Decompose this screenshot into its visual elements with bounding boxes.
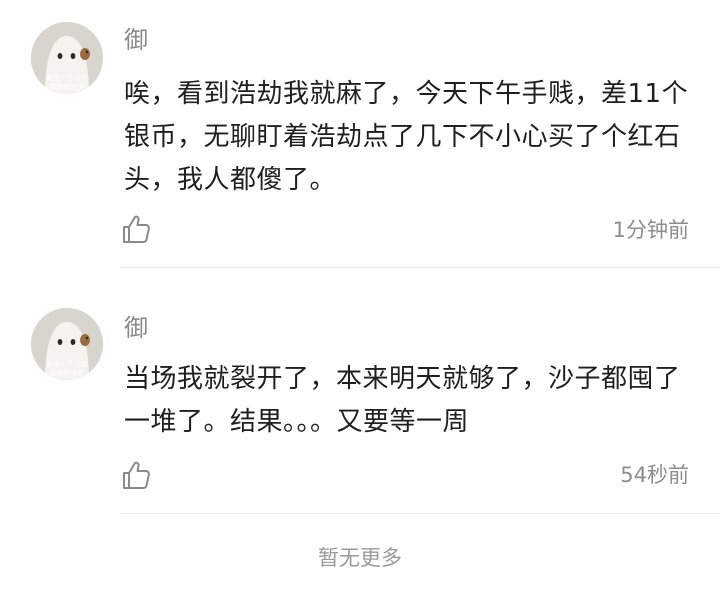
ghost-avatar-icon: 我是一个没有 感情的剑圣 — [31, 22, 103, 94]
avatar[interactable]: 我是一个没有 感情的剑圣 — [31, 22, 103, 94]
svg-text:感情的剑圣: 感情的剑圣 — [50, 82, 85, 91]
svg-text:我是一个没有: 我是一个没有 — [46, 359, 88, 368]
like-button[interactable] — [120, 213, 152, 245]
avatar[interactable]: 我是一个没有 感情的剑圣 — [31, 308, 103, 380]
comment-text: 唉，看到浩劫我就麻了，今天下午手贱，差11个银币，无聊盯着浩劫点了几下不小心买了… — [124, 79, 689, 195]
comment-text: 当场我就裂开了，本来明天就够了，沙子都囤了一堆了。结果。。。又要等一周 — [124, 364, 681, 437]
comment-time: 1分钟前 — [612, 218, 689, 242]
thumbs-up-icon — [123, 461, 150, 489]
comment-time: 54秒前 — [620, 463, 689, 487]
divider — [120, 267, 720, 268]
like-button[interactable] — [120, 459, 152, 491]
divider — [120, 513, 720, 514]
no-more-label: 暂无更多 — [318, 546, 402, 570]
svg-text:感情的剑圣: 感情的剑圣 — [50, 368, 85, 377]
ghost-avatar-icon: 我是一个没有 感情的剑圣 — [31, 308, 103, 380]
username[interactable]: 御 — [124, 28, 148, 52]
username[interactable]: 御 — [124, 316, 148, 340]
thumbs-up-icon — [123, 215, 150, 243]
svg-text:我是一个没有: 我是一个没有 — [46, 73, 88, 82]
